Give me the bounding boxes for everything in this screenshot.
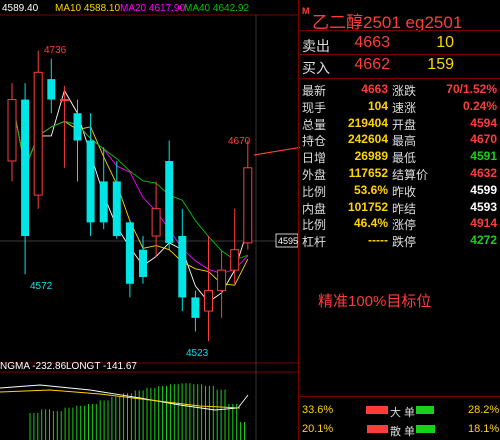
quote-label: 比例 (302, 184, 327, 199)
quote-row: 日增 26989 最低 4591 (300, 149, 500, 165)
flow-row: 20.1% 散 单 18.1% (300, 421, 500, 438)
separator (300, 54, 500, 55)
quote-label: 涨停 (392, 218, 417, 233)
quote-value: 4663 (361, 82, 388, 96)
ask-label: 卖出 (302, 38, 330, 54)
quote-label: 速涨 (392, 100, 417, 115)
bid-price: 4662 (354, 56, 390, 73)
flow-right-pct: 28.2% (468, 404, 500, 416)
bid-volume: 159 (427, 56, 454, 73)
instrument-header[interactable]: M 乙二醇2501 eg2501 (300, 6, 500, 32)
flow-left-bar (366, 406, 388, 414)
quote-panel: M 乙二醇2501 eg2501 卖出 4663 10 买入 4662 159 … (300, 0, 500, 440)
quote-row: 最新 4663 涨跌 70/1.52% (300, 82, 500, 98)
quote-value: 0.24% (462, 98, 497, 113)
quote-label: 比例 (302, 218, 327, 233)
quote-label: 开盘 (392, 117, 417, 132)
quote-label: 最新 (302, 84, 327, 98)
target-annotation: 精准100%目标位 (318, 293, 432, 310)
flow-right-bar (416, 425, 435, 433)
quote-value: 53.6% (353, 182, 388, 197)
quote-label: 昨结 (392, 201, 417, 216)
flow-left-bar (367, 425, 388, 433)
quote-value: 4272 (470, 233, 497, 248)
ask-price: 4663 (354, 34, 390, 51)
ask-volume: 10 (436, 34, 454, 51)
quote-value: 242604 (347, 132, 388, 147)
quote-value: ----- (368, 233, 388, 248)
quote-row: 外盘 117652 结算价 4632 (300, 166, 500, 182)
quote-row: 比例 46.4% 涨停 4914 (300, 216, 500, 232)
panel-divider (298, 0, 299, 440)
quote-value: 70/1.52% (446, 82, 497, 96)
quote-value: 4593 (470, 199, 497, 214)
quote-row: 现手 104 速涨 0.24% (300, 99, 500, 115)
quote-value: 4594 (470, 115, 497, 130)
quote-row: 比例 53.6% 昨收 4599 (300, 183, 500, 199)
flow-right-pct: 18.1% (468, 423, 500, 435)
bid-row[interactable]: 买入 4662 159 (300, 56, 500, 76)
quote-row: 内盘 101752 昨结 4593 (300, 200, 500, 216)
quote-label: 现手 (302, 100, 327, 115)
quote-value: 4670 (470, 132, 497, 147)
quote-label: 最低 (392, 151, 417, 166)
bid-label: 买入 (302, 60, 330, 76)
quote-value: 4591 (470, 149, 497, 164)
flow-left-pct: 33.6% (302, 404, 334, 416)
quote-row: 持仓 242604 最高 4670 (300, 132, 500, 148)
quote-label: 持仓 (302, 134, 327, 149)
quote-label: 内盘 (302, 201, 327, 216)
quote-label: 跌停 (392, 235, 417, 250)
m-badge: M (302, 6, 310, 16)
separator (300, 30, 500, 31)
ask-row[interactable]: 卖出 4663 10 (300, 34, 500, 54)
quote-label: 涨跌 (392, 84, 417, 98)
quote-label: 外盘 (302, 168, 327, 182)
quote-value: 4599 (470, 182, 497, 197)
quote-value: 46.4% (353, 216, 388, 231)
quote-label: 昨收 (392, 184, 417, 199)
quote-row: 总量 219404 开盘 4594 (300, 116, 500, 132)
flow-label: 大 单 (390, 407, 416, 419)
quote-row: 杠杆 ----- 跌停 4272 (300, 233, 500, 249)
quote-value: 117652 (348, 166, 388, 180)
quote-value: 4632 (470, 166, 497, 180)
quote-value: 26989 (354, 149, 388, 164)
flow-label: 散 单 (390, 426, 416, 438)
quote-value: 4914 (470, 216, 497, 231)
quote-value: 104 (367, 98, 388, 113)
separator (300, 78, 500, 79)
quote-value: 101752 (347, 199, 388, 214)
separator (300, 396, 500, 397)
quote-label: 杠杆 (302, 235, 327, 250)
quote-label: 结算价 (392, 168, 429, 182)
flow-right-bar (416, 406, 434, 414)
quote-label: 总量 (302, 117, 327, 132)
quote-label: 日增 (302, 151, 327, 166)
flow-row: 33.6% 大 单 28.2% (300, 402, 500, 419)
flow-left-pct: 20.1% (302, 423, 334, 435)
quote-value: 219404 (347, 115, 388, 130)
quote-label: 最高 (392, 134, 417, 149)
